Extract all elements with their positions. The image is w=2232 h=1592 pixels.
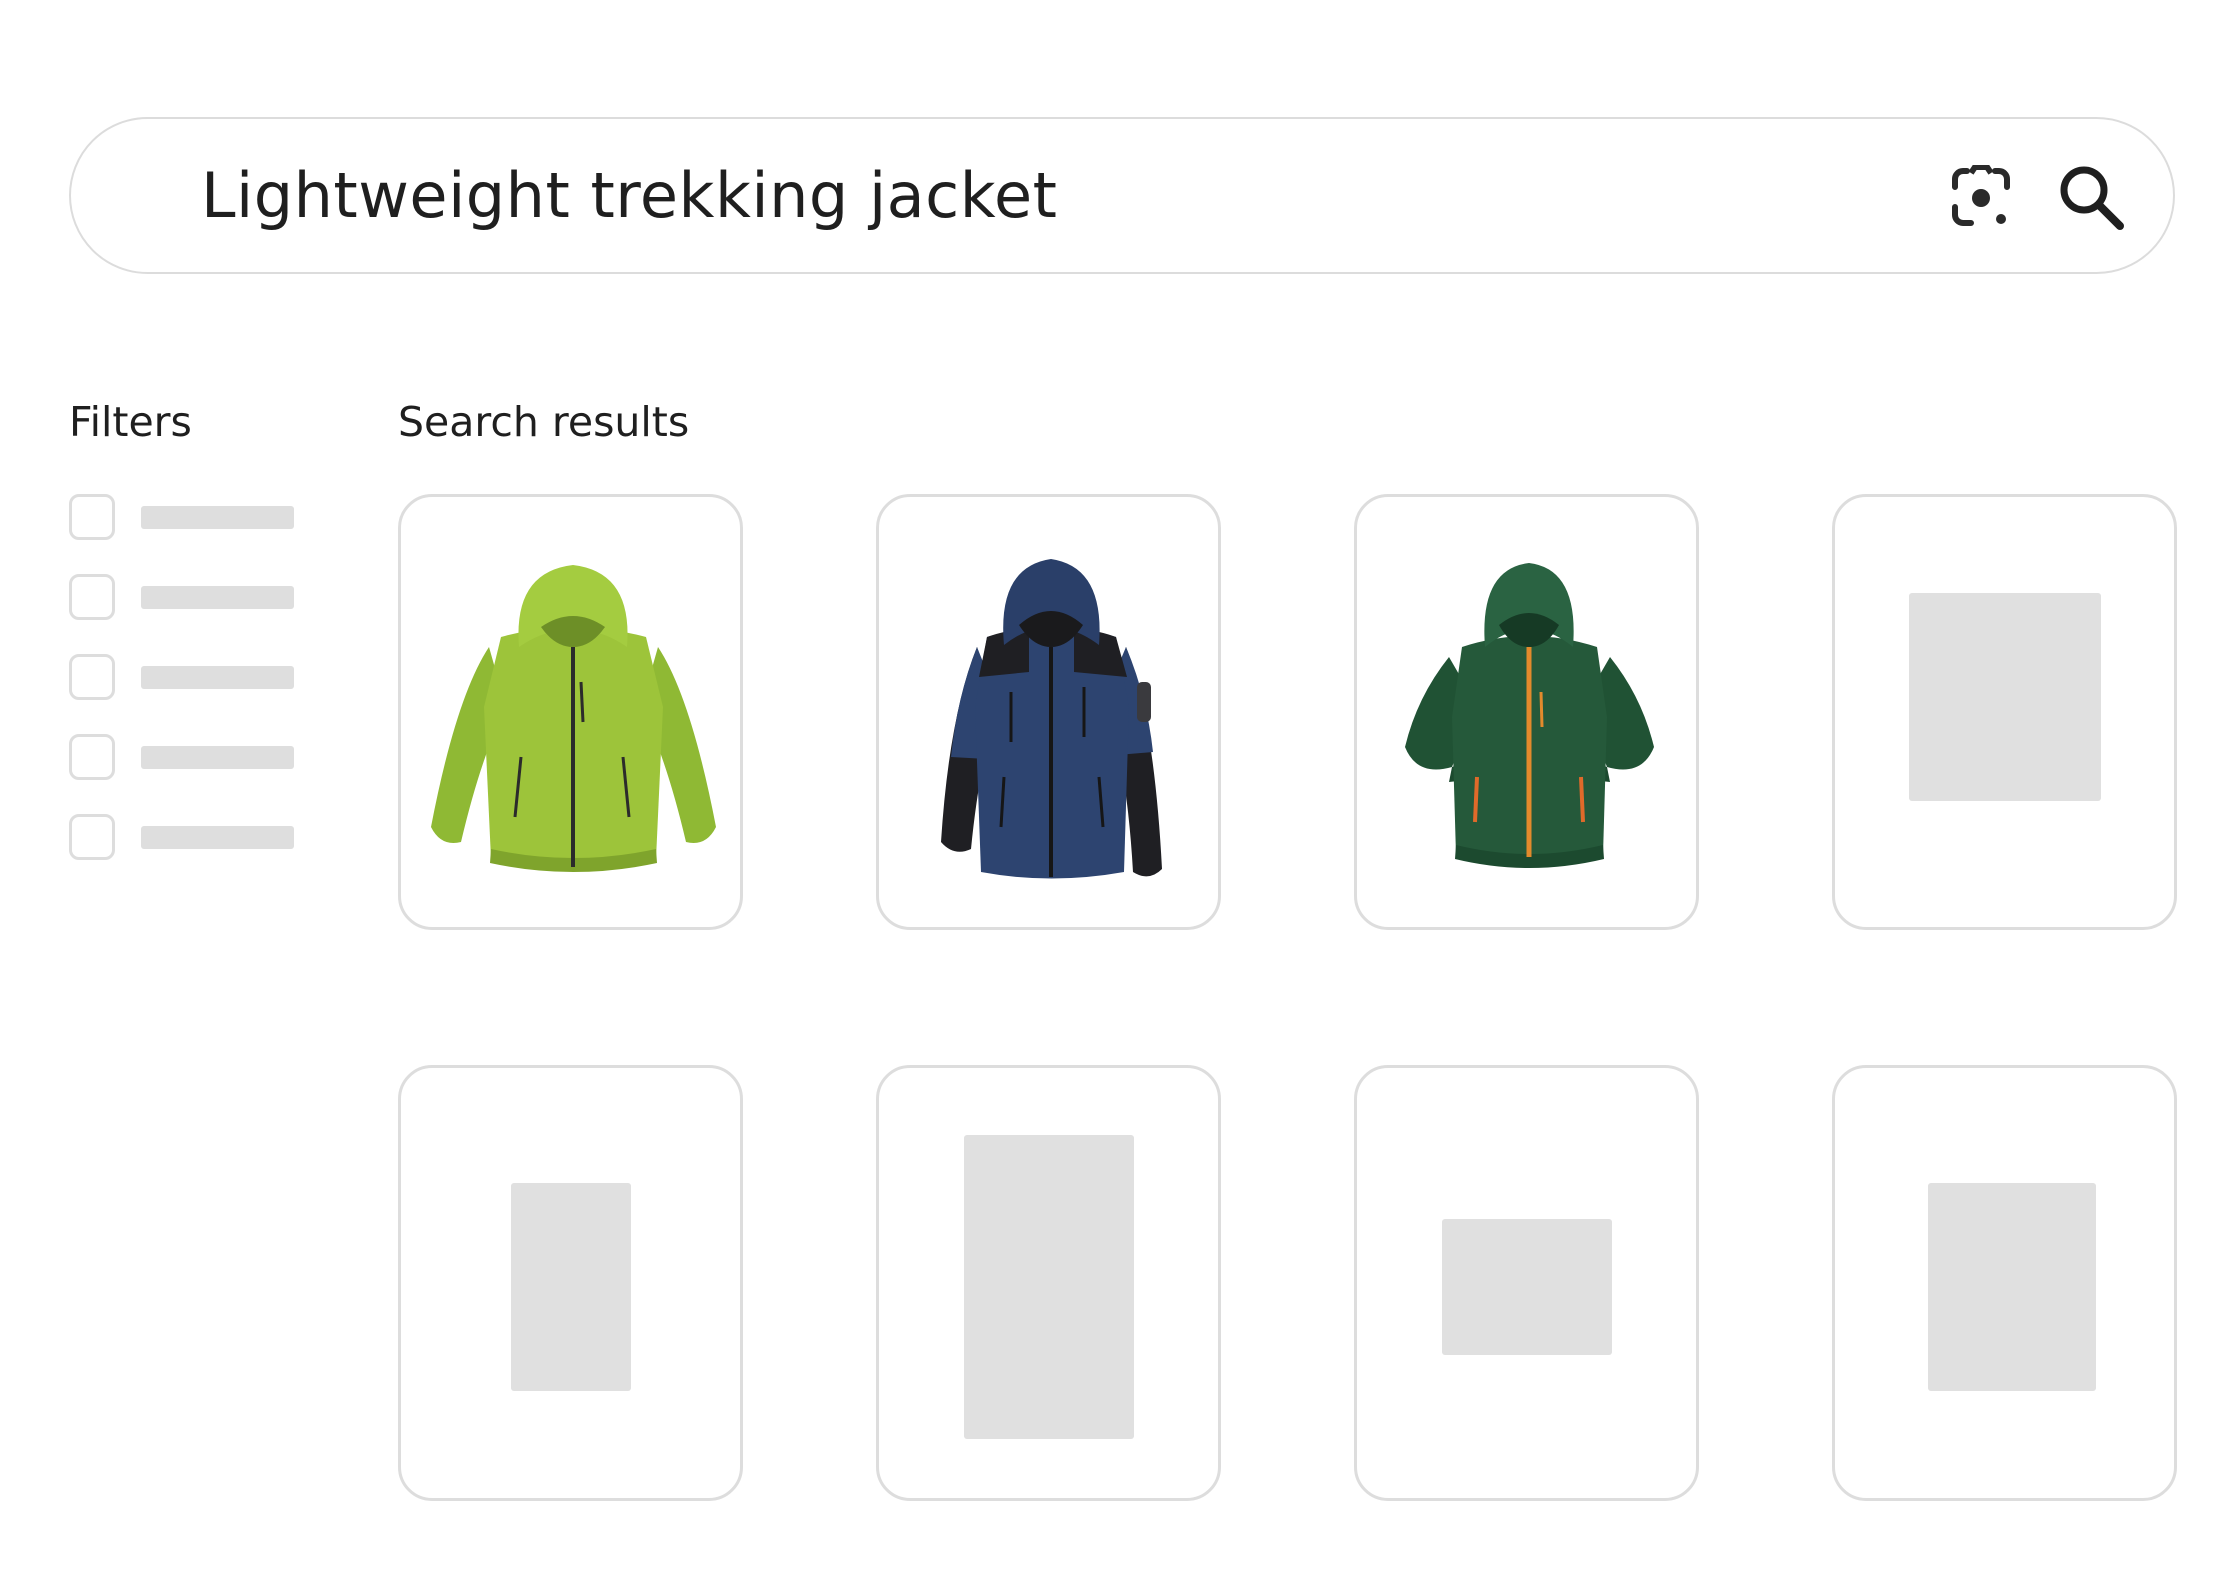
filter-label-placeholder xyxy=(141,506,294,529)
result-card[interactable] xyxy=(876,494,1221,930)
result-card[interactable] xyxy=(1832,494,2177,930)
filter-option[interactable] xyxy=(69,654,309,700)
filter-option[interactable] xyxy=(69,494,309,540)
jacket-image-navy xyxy=(941,559,1162,879)
search-results-heading: Search results xyxy=(398,398,690,446)
result-card[interactable] xyxy=(1832,1065,2177,1501)
filter-checkbox[interactable] xyxy=(69,734,115,780)
image-placeholder xyxy=(511,1183,631,1391)
filter-label-placeholder xyxy=(141,826,294,849)
filter-checkbox[interactable] xyxy=(69,814,115,860)
filter-option[interactable] xyxy=(69,734,309,780)
camera-lens-icon[interactable] xyxy=(1939,155,2023,239)
image-placeholder xyxy=(1909,593,2101,801)
filter-checkbox[interactable] xyxy=(69,654,115,700)
result-card[interactable] xyxy=(398,1065,743,1501)
jacket-image-lime xyxy=(431,565,716,872)
image-placeholder xyxy=(1928,1183,2096,1391)
image-placeholder xyxy=(964,1135,1134,1439)
result-card[interactable] xyxy=(1354,1065,1699,1501)
image-placeholder xyxy=(1442,1219,1612,1355)
search-icon-glyph xyxy=(2060,166,2124,230)
result-card[interactable] xyxy=(1354,494,1699,930)
result-card[interactable] xyxy=(876,1065,1221,1501)
filter-option[interactable] xyxy=(69,574,309,620)
camera-lens-icon-glyph xyxy=(1952,165,2010,226)
search-icon[interactable] xyxy=(2049,155,2133,239)
filter-checkbox[interactable] xyxy=(69,574,115,620)
filter-label-placeholder xyxy=(141,666,294,689)
filter-option[interactable] xyxy=(69,814,309,860)
search-input[interactable]: Lightweight trekking jacket xyxy=(201,151,1057,241)
jacket-image-green xyxy=(1405,563,1654,868)
filter-checkbox[interactable] xyxy=(69,494,115,540)
filter-label-placeholder xyxy=(141,746,294,769)
filter-label-placeholder xyxy=(141,586,294,609)
result-card[interactable] xyxy=(398,494,743,930)
search-bar: Lightweight trekking jacket xyxy=(69,117,2175,274)
filter-list xyxy=(69,494,309,894)
filters-heading: Filters xyxy=(69,398,192,446)
